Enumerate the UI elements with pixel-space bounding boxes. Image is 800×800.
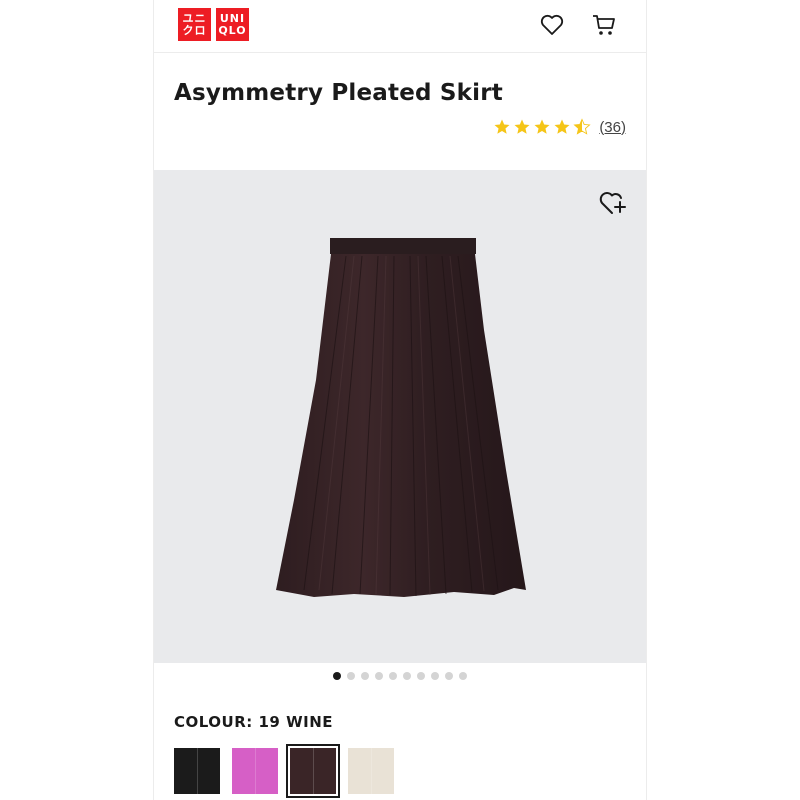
colour-swatch-natural[interactable] <box>348 748 394 794</box>
product-image-skirt <box>276 238 526 597</box>
gallery-dot[interactable] <box>389 672 397 680</box>
gallery-dot[interactable] <box>431 672 439 680</box>
logo-katakana-line2: クロ <box>182 23 207 37</box>
colour-swatch-wine[interactable] <box>286 744 340 798</box>
logo-latin-line1: UNI <box>219 11 246 25</box>
rating-stars <box>493 118 591 136</box>
heart-icon <box>540 14 564 35</box>
review-count-link[interactable]: (36) <box>599 119 626 136</box>
product-title: Asymmetry Pleated Skirt <box>174 80 503 106</box>
product-rating[interactable]: (36) <box>493 118 626 136</box>
cart-button[interactable] <box>591 12 617 38</box>
product-image-gallery[interactable] <box>154 170 646 663</box>
colour-label: COLOUR: 19 WINE <box>174 713 334 731</box>
colour-swatches <box>174 744 394 798</box>
logo-katakana: ユニ クロ <box>178 8 211 41</box>
cart-icon <box>593 15 615 35</box>
gallery-dot[interactable] <box>347 672 355 680</box>
star-half-icon <box>573 118 591 135</box>
gallery-dot[interactable] <box>333 672 341 680</box>
gallery-dot[interactable] <box>403 672 411 680</box>
colour-swatch-pink[interactable] <box>232 748 278 794</box>
logo-latin-line2: QLO <box>218 23 247 37</box>
star-full-icon <box>534 119 550 134</box>
product-page: ユニ クロ UNI QLO Asymmetry Pleated Skirt (3… <box>153 0 647 800</box>
gallery-dot[interactable] <box>361 672 369 680</box>
uniqlo-logo[interactable]: ユニ クロ UNI QLO <box>178 8 249 41</box>
site-header: ユニ クロ UNI QLO <box>154 0 646 53</box>
gallery-dot[interactable] <box>375 672 383 680</box>
logo-latin: UNI QLO <box>216 8 249 41</box>
logo-katakana-line1: ユニ <box>182 11 207 25</box>
gallery-dot[interactable] <box>417 672 425 680</box>
wishlist-button[interactable] <box>539 12 565 38</box>
star-full-icon <box>554 119 570 134</box>
colour-swatch-black[interactable] <box>174 748 220 794</box>
heart-plus-icon <box>599 192 626 214</box>
add-to-wishlist-button[interactable] <box>598 188 628 218</box>
gallery-dot[interactable] <box>459 672 467 680</box>
star-full-icon <box>514 119 530 134</box>
gallery-pagination <box>154 672 646 680</box>
gallery-dot[interactable] <box>445 672 453 680</box>
star-full-icon <box>494 119 510 134</box>
